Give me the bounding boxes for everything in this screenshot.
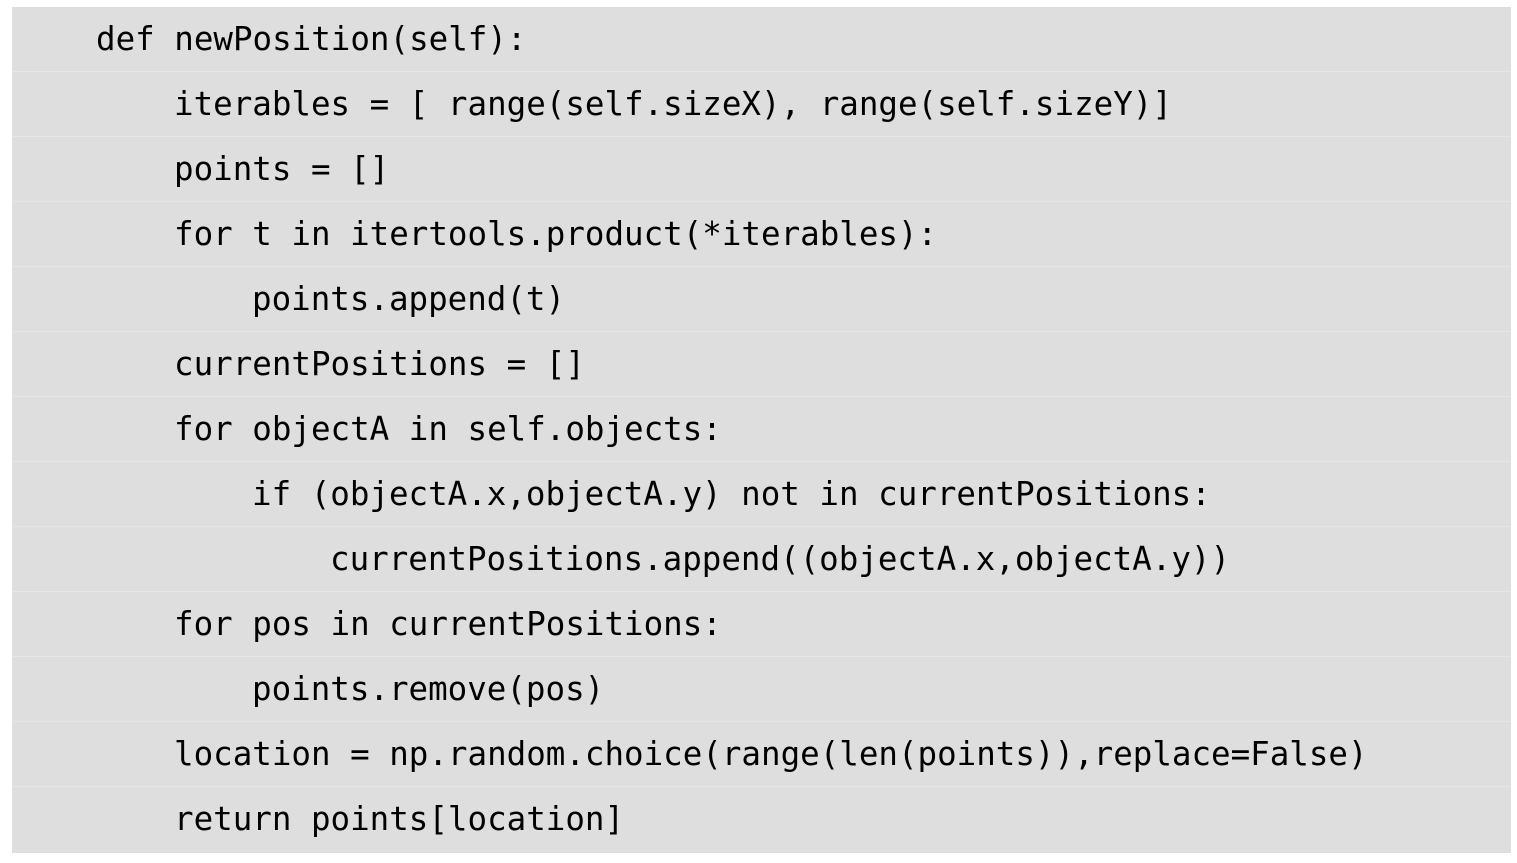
code-line-text: location = np.random.choice(range(len(po…	[174, 735, 1368, 773]
code-line: points.append(t)	[12, 267, 1511, 332]
code-line: currentPositions = []	[12, 332, 1511, 397]
code-line: points = []	[12, 137, 1511, 202]
code-line-text: return points[location]	[174, 800, 625, 838]
code-line-text: def newPosition(self):	[96, 20, 527, 58]
code-line-text: points.remove(pos)	[252, 670, 605, 708]
code-line: for objectA in self.objects:	[12, 397, 1511, 462]
code-line-text: currentPositions = []	[174, 345, 585, 383]
code-line-text: points.append(t)	[252, 280, 566, 318]
code-line-text: points = []	[174, 150, 390, 188]
code-line-text: if (objectA.x,objectA.y) not in currentP…	[252, 475, 1211, 513]
code-line: for t in itertools.product(*iterables):	[12, 202, 1511, 267]
code-line-text: iterables = [ range(self.sizeX), range(s…	[174, 85, 1172, 123]
code-line: def newPosition(self):	[12, 7, 1511, 72]
code-line: if (objectA.x,objectA.y) not in currentP…	[12, 462, 1511, 527]
code-line: return points[location]	[12, 787, 1511, 852]
code-line: currentPositions.append((objectA.x,objec…	[12, 527, 1511, 592]
code-line: for pos in currentPositions:	[12, 592, 1511, 657]
code-line: iterables = [ range(self.sizeX), range(s…	[12, 72, 1511, 137]
code-line-text: for objectA in self.objects:	[174, 410, 722, 448]
code-line-text: for t in itertools.product(*iterables):	[174, 215, 938, 253]
code-line: points.remove(pos)	[12, 657, 1511, 722]
code-line: location = np.random.choice(range(len(po…	[12, 722, 1511, 787]
code-line-text: for pos in currentPositions:	[174, 605, 722, 643]
code-line-text: currentPositions.append((objectA.x,objec…	[330, 540, 1231, 578]
code-block: def newPosition(self): iterables = [ ran…	[12, 7, 1511, 853]
